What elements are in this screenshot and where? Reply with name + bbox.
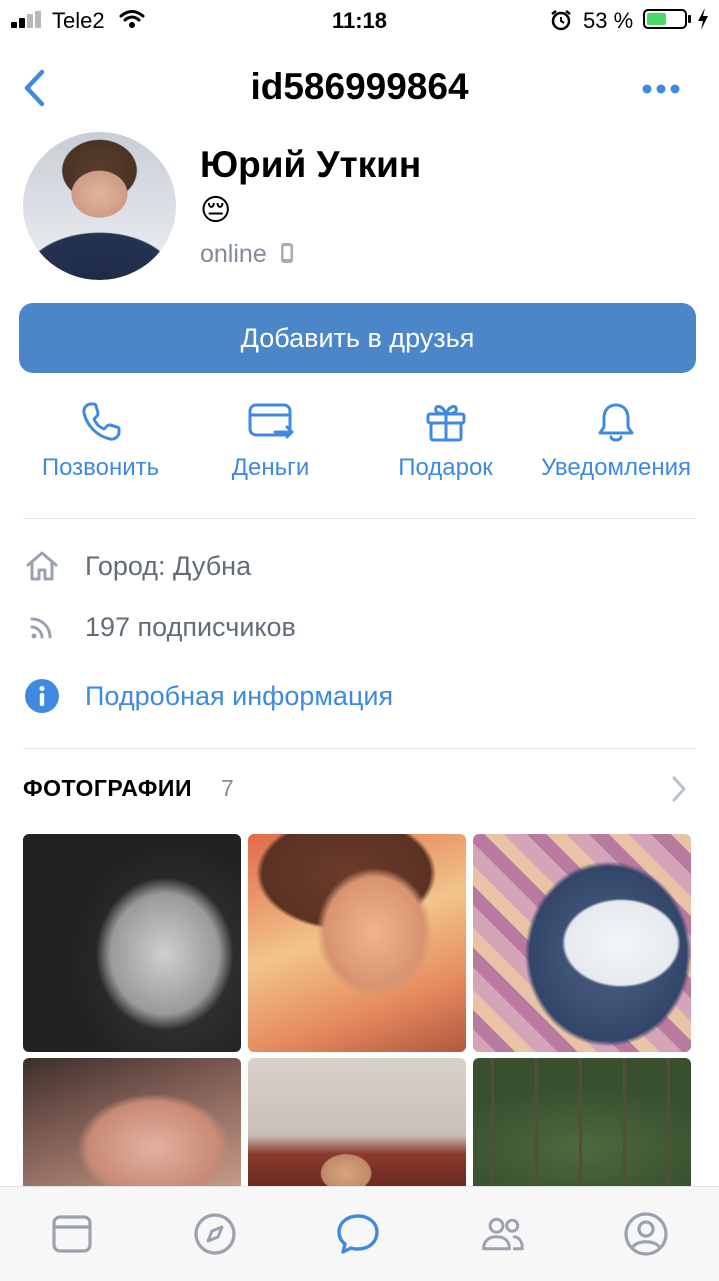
friends-icon bbox=[482, 1217, 524, 1251]
photo-thumbnail[interactable] bbox=[473, 834, 691, 1052]
online-status: online bbox=[200, 240, 294, 269]
profile-name: Юрий Уткин bbox=[200, 144, 422, 185]
city-text: Город: Дубна bbox=[85, 550, 252, 581]
home-icon bbox=[23, 547, 61, 585]
charging-bolt-icon bbox=[698, 8, 708, 30]
money-button[interactable]: Деньги bbox=[193, 400, 348, 500]
gift-button[interactable]: Подарок bbox=[368, 400, 523, 500]
photo-thumbnail[interactable] bbox=[23, 834, 241, 1052]
gift-label: Подарок bbox=[398, 454, 493, 481]
chevron-right-icon[interactable] bbox=[670, 775, 688, 803]
tab-bar bbox=[0, 1186, 719, 1281]
online-label: online bbox=[200, 240, 267, 268]
messages-icon bbox=[337, 1214, 379, 1254]
notifications-button[interactable]: Уведомления bbox=[533, 400, 699, 500]
phone-call-icon bbox=[81, 402, 120, 441]
divider bbox=[23, 518, 696, 519]
followers-icon bbox=[23, 608, 61, 646]
followers-text: 197 подписчиков bbox=[85, 611, 296, 642]
money-label: Деньги bbox=[231, 454, 310, 481]
bell-icon bbox=[598, 403, 634, 442]
call-button[interactable]: Позвонить bbox=[23, 400, 178, 500]
call-label: Позвонить bbox=[41, 454, 160, 481]
details-link[interactable]: Подробная информация bbox=[23, 676, 393, 716]
money-transfer-icon bbox=[248, 403, 293, 439]
tab-profile[interactable] bbox=[623, 1211, 669, 1257]
tab-friends[interactable] bbox=[480, 1211, 526, 1257]
photo-thumbnail[interactable] bbox=[248, 834, 466, 1052]
status-bar: Tele2 11:18 53 % bbox=[0, 0, 719, 40]
more-icon[interactable] bbox=[642, 83, 680, 95]
avatar[interactable] bbox=[23, 132, 176, 280]
city-row: Город: Дубна bbox=[23, 546, 251, 586]
tab-newsfeed[interactable] bbox=[49, 1211, 95, 1257]
battery-percent: 53 % bbox=[583, 8, 634, 33]
photos-title[interactable]: ФОТОГРАФИИ bbox=[23, 775, 192, 802]
tab-discover[interactable] bbox=[192, 1211, 238, 1257]
info-icon bbox=[23, 677, 61, 715]
divider bbox=[23, 748, 696, 749]
add-friend-button[interactable]: Добавить в друзья bbox=[19, 303, 696, 373]
page-title: id586999864 bbox=[250, 66, 469, 107]
tab-messages[interactable] bbox=[335, 1211, 381, 1257]
photo-thumbnail[interactable] bbox=[473, 1058, 691, 1186]
photos-count: 7 bbox=[221, 775, 234, 801]
status-emoji[interactable]: 😔 bbox=[200, 193, 231, 228]
photo-thumbnail[interactable] bbox=[23, 1058, 241, 1186]
followers-row[interactable]: 197 подписчиков bbox=[23, 607, 296, 647]
notifications-label: Уведомления bbox=[540, 454, 692, 481]
photo-thumbnail[interactable] bbox=[248, 1058, 466, 1186]
newsfeed-icon bbox=[52, 1215, 92, 1253]
battery-icon bbox=[643, 9, 687, 29]
battery-tip bbox=[688, 15, 691, 23]
profile-icon bbox=[624, 1212, 668, 1256]
phone-icon bbox=[280, 243, 293, 263]
alarm-icon bbox=[551, 10, 571, 31]
gift-icon bbox=[426, 405, 465, 442]
discover-icon bbox=[194, 1213, 236, 1255]
details-text: Подробная информация bbox=[85, 680, 394, 711]
